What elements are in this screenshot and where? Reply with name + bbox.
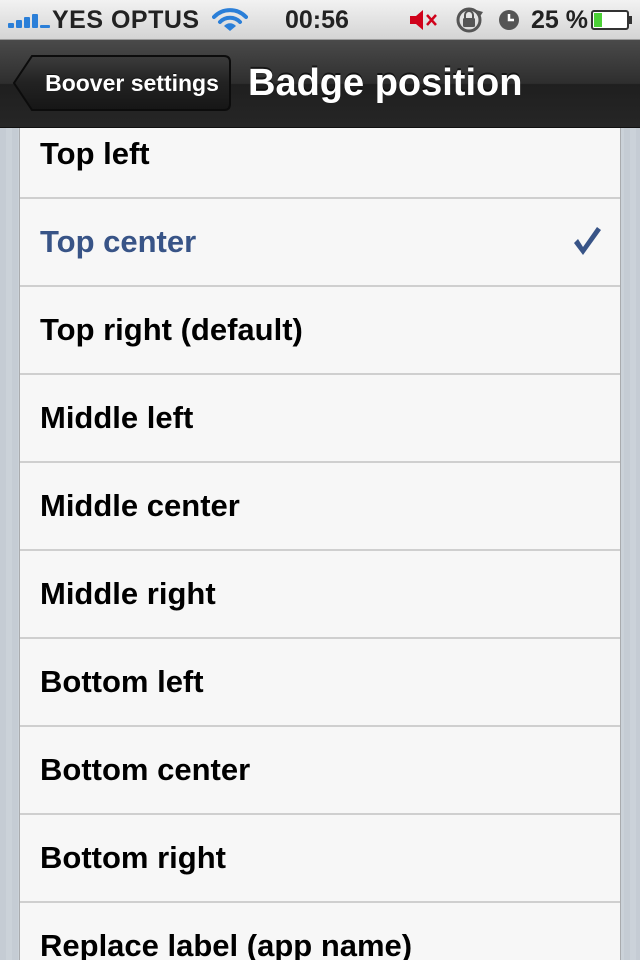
status-bar: YES OPTUS 00:56 25 %: [0, 0, 640, 40]
option-label: Middle left: [40, 400, 194, 435]
status-time: 00:56: [285, 6, 349, 34]
alarm-icon: [499, 10, 519, 30]
battery-icon: [591, 10, 632, 30]
rotation-lock-icon: [456, 7, 483, 33]
option-label: Bottom left: [40, 664, 204, 699]
option-label: Middle center: [40, 488, 240, 523]
carrier-name: YES OPTUS: [52, 6, 200, 34]
option-row[interactable]: Bottom left: [20, 639, 620, 727]
option-label: Bottom center: [40, 752, 251, 787]
option-label: Replace label (app name): [40, 928, 413, 960]
option-row[interactable]: Top center: [20, 199, 620, 287]
back-button-label: Boover settings: [45, 70, 219, 96]
option-row[interactable]: Top left: [20, 128, 620, 199]
mute-icon: [410, 10, 437, 30]
option-row[interactable]: Bottom right: [20, 815, 620, 903]
page-title: Badge position: [248, 62, 523, 104]
signal-icon: [8, 12, 50, 28]
option-label: Top left: [40, 136, 150, 171]
option-row[interactable]: Middle center: [20, 463, 620, 551]
battery-percent: 25 %: [531, 6, 588, 34]
navigation-bar: Boover settings Badge position: [0, 40, 640, 128]
option-row[interactable]: Replace label (app name): [20, 903, 620, 960]
checkmark-icon: [574, 227, 601, 255]
option-row[interactable]: Middle left: [20, 375, 620, 463]
option-label: Top center: [40, 224, 197, 259]
option-row[interactable]: Top right (default): [20, 287, 620, 375]
options-list: Top left Top center Top right (default) Mid…: [19, 128, 621, 960]
option-row[interactable]: Middle right: [20, 551, 620, 639]
option-label: Top right (default): [40, 312, 303, 347]
option-label: Bottom right: [40, 840, 226, 875]
wifi-icon: [212, 8, 248, 31]
back-button[interactable]: Boover settings: [12, 54, 232, 112]
option-row[interactable]: Bottom center: [20, 727, 620, 815]
option-label: Middle right: [40, 576, 216, 611]
